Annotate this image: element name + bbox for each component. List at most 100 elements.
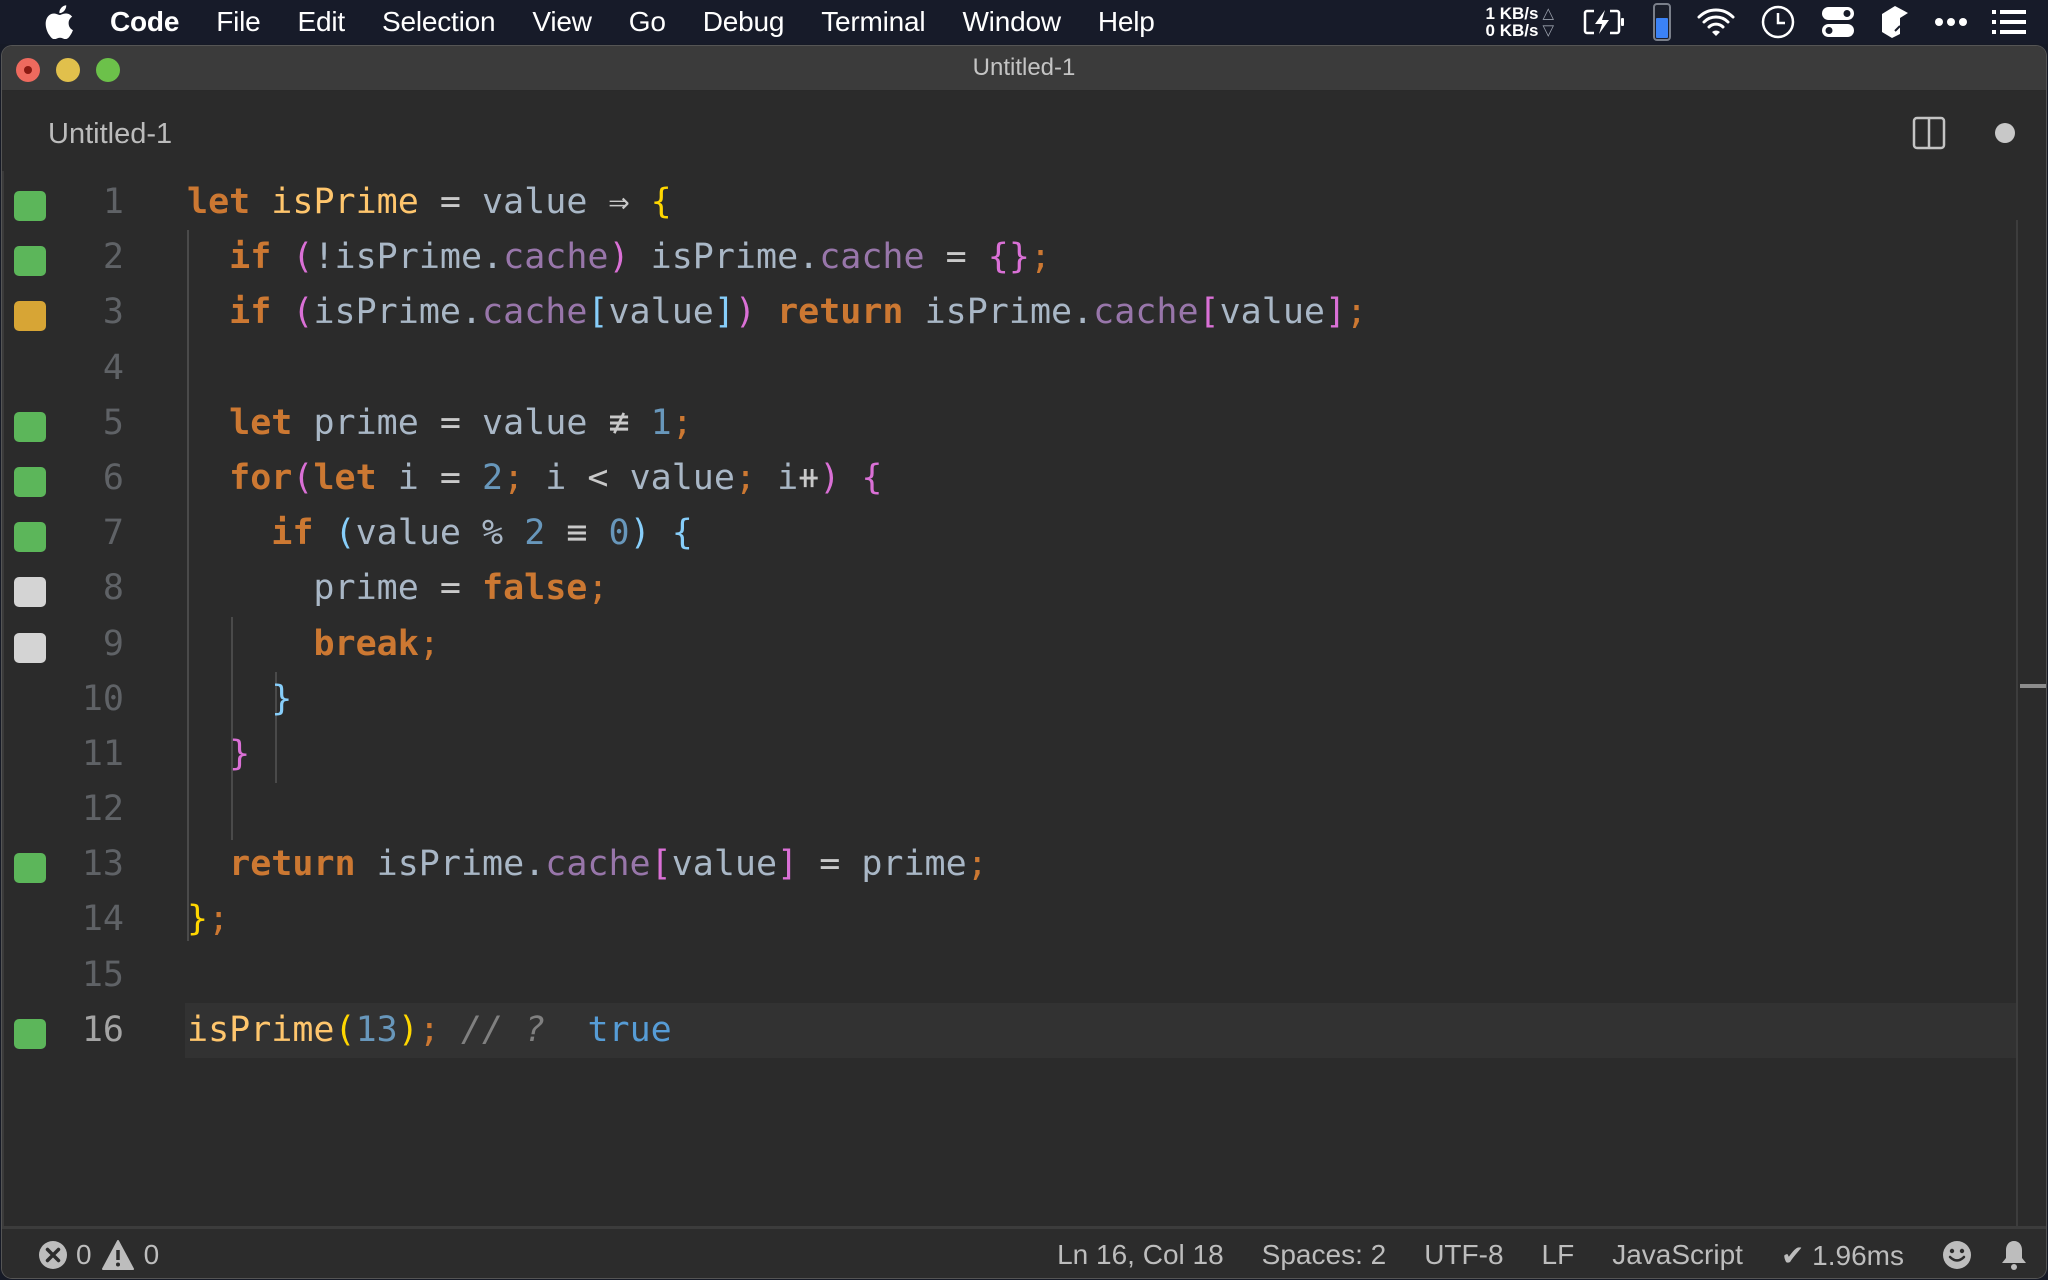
code-line[interactable]: 13 return isPrime.cache[value] = prime; — [2, 837, 2046, 892]
split-editor-icon — [1912, 116, 1946, 150]
error-count: 0 — [76, 1239, 92, 1270]
token-bracket: [ — [650, 844, 672, 885]
problems-indicator[interactable]: 0 0 — [38, 1239, 159, 1271]
coverage-covered-marker-icon[interactable] — [14, 246, 46, 277]
token-keyword: let — [313, 457, 377, 498]
token-property: cache — [503, 237, 609, 278]
code-line[interactable]: 10 } — [2, 672, 2046, 727]
download-arrow-icon: ▽ — [1542, 22, 1554, 39]
apple-menu-icon[interactable] — [40, 3, 78, 41]
token-identifier: isPrime. — [313, 292, 483, 333]
line-number: 1 — [102, 182, 124, 222]
token-keyword: let — [187, 182, 251, 222]
line-number: 11 — [81, 733, 124, 774]
token-identifier — [187, 458, 229, 498]
coverage-uncovered-marker-icon[interactable] — [14, 632, 46, 663]
overview-ruler-scrollbar[interactable] — [2016, 220, 2046, 1226]
control-toggle-icon[interactable] — [1820, 4, 1856, 40]
menu-edit[interactable]: Edit — [298, 6, 346, 38]
menu-view[interactable]: View — [532, 6, 592, 38]
code-line[interactable]: 14}; — [2, 892, 2046, 947]
feedback-smiley-icon[interactable] — [1942, 1240, 1972, 1270]
token-number-literal: 1 — [650, 402, 672, 443]
warning-icon — [101, 1240, 134, 1270]
code-line[interactable]: 2 if (!isPrime.cache) isPrime.cache = {}… — [2, 230, 2046, 285]
list-menu-icon[interactable] — [1992, 9, 2026, 35]
token-operator: = — [418, 182, 483, 222]
code-line[interactable]: 15 — [2, 948, 2046, 1003]
token-identifier: isPrime. — [629, 237, 820, 278]
language-mode[interactable]: JavaScript — [1612, 1239, 1743, 1271]
coverage-partial-marker-icon[interactable] — [14, 301, 46, 332]
token-operator: = — [418, 568, 483, 609]
code-line[interactable]: 11 } — [2, 727, 2046, 782]
token-identifier — [187, 679, 271, 719]
battery-level-icon[interactable] — [1652, 2, 1672, 42]
code-line[interactable]: 4 — [2, 341, 2046, 396]
battery-charging-icon[interactable] — [1582, 7, 1628, 37]
code-line[interactable]: 1 let isPrime = value ⇒ { — [2, 175, 2046, 230]
code-line[interactable]: 7 if (value % 2 ≡ 0) { — [2, 506, 2046, 561]
line-number: 9 — [102, 623, 124, 664]
token-punctuation: ; — [418, 623, 440, 664]
line-ending[interactable]: LF — [1542, 1239, 1575, 1271]
line-code: for(let i = 2; i < value; i⧺) { — [187, 451, 882, 506]
line-number: 5 — [102, 402, 124, 443]
token-operator: ≡ — [545, 513, 609, 554]
line-code: let isPrime = value ⇒ { — [187, 175, 672, 230]
indentation-setting[interactable]: Spaces: 2 — [1262, 1239, 1387, 1271]
menu-debug[interactable]: Debug — [703, 6, 785, 38]
quokka-timing[interactable]: ✔ 1.96ms — [1781, 1239, 1904, 1272]
token-bracket: { — [650, 182, 672, 222]
code-line[interactable]: 16 isPrime(13); // ? true — [2, 1002, 2046, 1059]
token-bracket: ) — [608, 237, 630, 278]
menu-terminal[interactable]: Terminal — [821, 6, 925, 38]
line-code: return isPrime.cache[value] = prime; — [187, 837, 988, 892]
coverage-covered-marker-icon[interactable] — [14, 853, 46, 884]
warning-count: 0 — [143, 1239, 160, 1270]
code-line[interactable]: 5 let prime = value ≢ 1; — [2, 396, 2046, 451]
token-bracket: [ — [587, 292, 609, 333]
menu-window[interactable]: Window — [962, 6, 1061, 38]
coverage-covered-marker-icon[interactable] — [14, 191, 46, 221]
code-line[interactable]: 8 prime = false; — [2, 561, 2046, 616]
code-line[interactable]: 12 — [2, 782, 2046, 837]
more-dots-icon[interactable] — [1934, 17, 1968, 27]
code-line[interactable]: 6 for(let i = 2; i < value; i⧺) { — [2, 451, 2046, 506]
code-line[interactable]: 9 break; — [2, 617, 2046, 672]
coverage-covered-marker-icon[interactable] — [14, 466, 46, 497]
menu-app-code[interactable]: Code — [110, 6, 179, 38]
split-editor-button[interactable] — [1912, 116, 1946, 150]
cursor-position[interactable]: Ln 16, Col 18 — [1057, 1239, 1224, 1271]
token-bracket: { — [671, 513, 693, 554]
wifi-icon[interactable] — [1696, 6, 1736, 38]
file-encoding[interactable]: UTF-8 — [1424, 1239, 1503, 1271]
token-keyword: false — [482, 568, 588, 609]
coverage-covered-marker-icon[interactable] — [14, 411, 46, 442]
line-code: prime = false; — [187, 561, 608, 616]
token-property: cache — [1093, 292, 1199, 333]
menu-go[interactable]: Go — [629, 6, 666, 38]
token-bracket: } — [187, 899, 209, 940]
app-cube-icon[interactable] — [1880, 4, 1910, 40]
clock-icon[interactable] — [1760, 4, 1796, 40]
coverage-covered-marker-icon[interactable] — [14, 522, 46, 553]
network-speed-readout[interactable]: 1 KB/s 0 KB/s — [1486, 5, 1539, 39]
coverage-uncovered-marker-icon[interactable] — [14, 577, 46, 608]
coverage-covered-marker-icon[interactable] — [14, 1018, 46, 1049]
tab-untitled-1[interactable]: Untitled-1 — [48, 91, 172, 171]
token-identifier — [271, 237, 292, 277]
code-line[interactable]: 3 if (isPrime.cache[value]) return isPri… — [2, 285, 2046, 340]
token-punctuation: ; — [966, 844, 988, 885]
token-bracket: ( — [334, 1009, 356, 1050]
upload-arrow-icon: △ — [1542, 5, 1554, 22]
code-editor[interactable]: 1 let isPrime = value ⇒ {2 if (!isPrime.c… — [2, 171, 2046, 1226]
notifications-bell-icon[interactable] — [2000, 1239, 2028, 1271]
token-function-name: isPrime — [187, 1009, 335, 1050]
token-punctuation: ; — [1029, 237, 1052, 278]
menu-help[interactable]: Help — [1098, 6, 1155, 38]
menu-selection[interactable]: Selection — [382, 6, 496, 38]
menu-file[interactable]: File — [216, 6, 261, 38]
unsaved-changes-dot-icon[interactable] — [1995, 123, 2015, 143]
token-keyword: return — [229, 844, 356, 885]
